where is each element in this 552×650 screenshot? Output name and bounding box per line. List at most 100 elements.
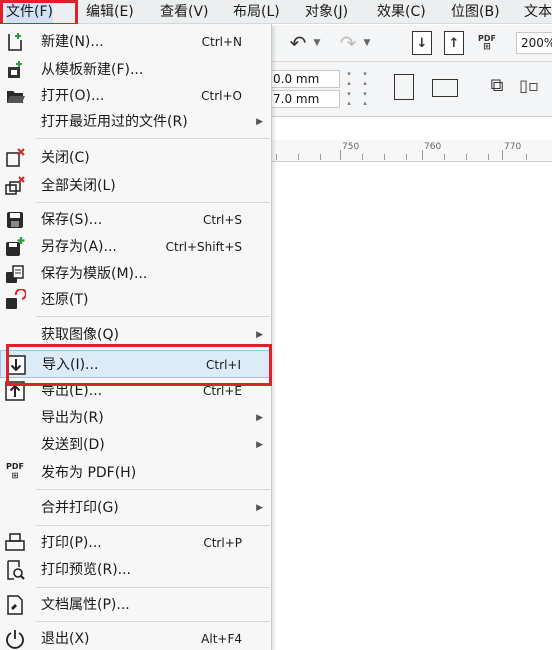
submenu-arrow-icon: ▶ — [256, 413, 263, 423]
menu-view[interactable]: 查看(V) — [160, 0, 209, 24]
zoom-level-field[interactable]: 200% — [516, 32, 552, 54]
open-folder-icon — [4, 85, 26, 107]
width-spinner[interactable]: ▾ ▴ — [342, 70, 356, 88]
close-document-icon — [4, 147, 26, 169]
menu-item-document-properties[interactable]: 文档属性(P)... — [0, 591, 271, 619]
menu-item-new-from-template[interactable]: 从模板新建(F)... — [0, 56, 271, 84]
submenu-arrow-icon: ▶ — [256, 503, 263, 513]
menu-item-label: 另存为(A)... — [41, 239, 117, 255]
print-preview-icon — [4, 559, 26, 581]
menu-item-label: 还原(T) — [41, 292, 89, 308]
save-as-icon — [4, 236, 26, 258]
ruler-tick — [340, 150, 341, 160]
ruler-tick — [422, 150, 423, 160]
ruler-tick — [320, 154, 321, 160]
menu-item-open-recent[interactable]: 打开最近用过的文件(R) ▶ — [0, 108, 271, 136]
menu-separator — [36, 138, 270, 139]
menu-item-label: 关闭(C) — [41, 150, 90, 166]
undo-icon[interactable]: ↶ — [286, 31, 310, 55]
horizontal-ruler: 750 760 770 — [272, 140, 552, 162]
menu-item-print[interactable]: 打印(P)... Ctrl+P — [0, 529, 271, 557]
drawing-canvas[interactable] — [272, 163, 552, 650]
ruler-label: 750 — [342, 142, 360, 152]
import-toolbar-icon[interactable]: ↓ — [412, 31, 432, 55]
portrait-orientation-icon[interactable] — [394, 74, 414, 100]
menu-item-label: 导出为(R) — [41, 410, 104, 426]
menu-item-label: 文档属性(P)... — [41, 597, 130, 613]
page-layout-icon[interactable]: ⧉ — [484, 72, 510, 98]
menu-separator — [36, 202, 270, 203]
menu-item-label: 保存为模版(M)... — [41, 266, 148, 282]
menu-item-shortcut: Ctrl+P — [203, 536, 242, 550]
menu-item-shortcut: Ctrl+O — [201, 89, 242, 103]
width-field[interactable]: 0.0 mm — [268, 70, 340, 88]
menu-item-close-all[interactable]: 全部关闭(L) — [0, 172, 271, 200]
submenu-arrow-icon: ▶ — [256, 440, 263, 450]
menu-item-send-to[interactable]: 发送到(D) ▶ — [0, 431, 271, 459]
height-spinner[interactable]: ▾ ▴ — [342, 90, 356, 108]
import-highlight-box — [6, 344, 272, 386]
new-document-icon — [4, 31, 26, 53]
property-bar: 0.0 mm ▾ ▴ ▾ ▴ 7.0 mm ▾ ▴ ▾ ▴ ⧉ ▯▫ — [268, 62, 552, 117]
file-menu-dropdown: 新建(N)... Ctrl+N 从模板新建(F)... 打开(O)... Ctr… — [0, 24, 272, 650]
landscape-orientation-icon[interactable] — [432, 79, 458, 97]
menu-item-shortcut: Ctrl+Shift+S — [165, 240, 242, 254]
menu-item-revert[interactable]: 还原(T) — [0, 286, 271, 314]
menu-bitmaps[interactable]: 位图(B) — [451, 0, 500, 24]
ruler-tick — [466, 154, 467, 160]
width-spinner-alt[interactable]: ▾ ▴ — [358, 70, 372, 88]
menu-item-print-merge[interactable]: 合并打印(G) ▶ — [0, 494, 271, 522]
new-from-template-icon — [4, 59, 26, 81]
pdf-icon-label: PDF — [6, 462, 24, 471]
menu-separator — [36, 587, 270, 588]
menu-item-close[interactable]: 关闭(C) — [0, 144, 271, 172]
menu-item-label: 发送到(D) — [41, 437, 105, 453]
standard-toolbar: ↶ ▼ ↷ ▼ ↓ ↑ PDF ⊞ — [272, 25, 552, 62]
menu-item-shortcut: Ctrl+N — [201, 35, 242, 49]
menu-item-label: 发布为 PDF(H) — [41, 465, 137, 481]
pdf-icon: PDF ⊞ — [6, 462, 24, 480]
save-icon — [4, 209, 26, 231]
menu-item-shortcut: Alt+F4 — [201, 632, 242, 646]
ruler-tick — [444, 154, 445, 160]
menu-item-new[interactable]: 新建(N)... Ctrl+N — [0, 28, 271, 56]
menu-edit[interactable]: 编辑(E) — [86, 0, 134, 24]
ruler-tick — [362, 154, 363, 160]
menu-text[interactable]: 文本 — [524, 0, 552, 24]
menu-item-save[interactable]: 保存(S)... Ctrl+S — [0, 206, 271, 234]
menu-item-label: 打印(P)... — [41, 535, 102, 551]
menu-item-save-as-template[interactable]: 保存为模版(M)... — [0, 260, 271, 288]
ruler-tick — [298, 154, 299, 160]
menu-item-print-preview[interactable]: 打印预览(R)... — [0, 556, 271, 584]
menu-item-open[interactable]: 打开(O)... Ctrl+O — [0, 82, 271, 110]
revert-icon — [4, 288, 27, 311]
menu-item-label: 新建(N)... — [41, 34, 104, 50]
height-field[interactable]: 7.0 mm — [268, 90, 340, 108]
save-template-icon — [4, 263, 26, 285]
menu-item-label: 打开(O)... — [41, 88, 105, 104]
menu-separator — [36, 525, 270, 526]
menu-layout[interactable]: 布局(L) — [233, 0, 280, 24]
height-spinner-alt[interactable]: ▾ ▴ — [358, 90, 372, 108]
menu-item-label: 打开最近用过的文件(R) — [41, 114, 188, 130]
publish-pdf-toolbar-icon[interactable]: PDF ⊞ — [476, 31, 498, 55]
menu-item-label: 全部关闭(L) — [41, 178, 116, 194]
close-all-icon — [4, 175, 26, 197]
export-toolbar-icon[interactable]: ↑ — [444, 31, 464, 55]
menu-object[interactable]: 对象(J) — [305, 0, 348, 24]
menu-separator — [36, 489, 270, 490]
undo-dropdown-icon[interactable]: ▼ — [312, 33, 322, 53]
menu-effects[interactable]: 效果(C) — [377, 0, 426, 24]
redo-dropdown-icon[interactable]: ▼ — [362, 33, 372, 53]
menu-item-publish-pdf[interactable]: PDF ⊞ 发布为 PDF(H) — [0, 459, 271, 487]
exit-icon — [4, 628, 26, 650]
redo-icon[interactable]: ↷ — [336, 31, 360, 55]
ruler-tick — [502, 150, 503, 160]
submenu-arrow-icon: ▶ — [256, 117, 263, 127]
menu-item-label: 从模板新建(F)... — [41, 62, 144, 78]
menu-item-exit[interactable]: 退出(X) Alt+F4 — [0, 625, 271, 650]
ruler-tick — [406, 154, 407, 160]
page-size-icon[interactable]: ▯▫ — [516, 72, 542, 98]
menu-item-save-as[interactable]: 另存为(A)... Ctrl+Shift+S — [0, 233, 271, 261]
menu-item-export-as[interactable]: 导出为(R) ▶ — [0, 404, 271, 432]
